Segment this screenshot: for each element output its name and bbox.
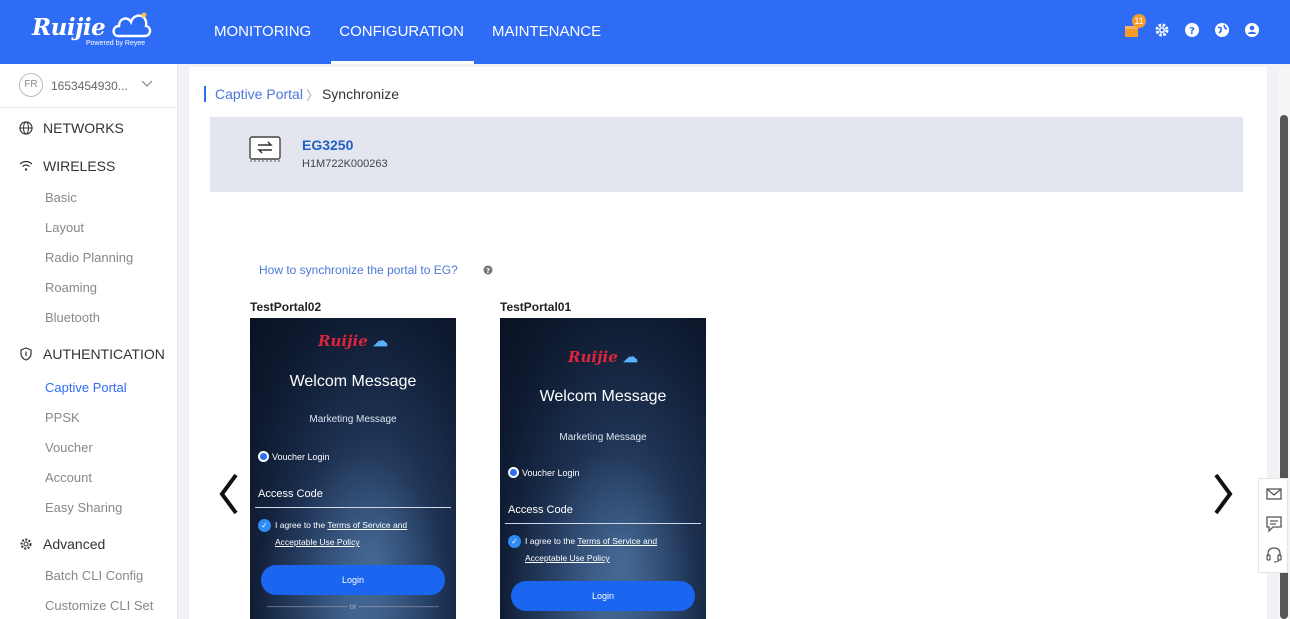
portal-marketing-message: Marketing Message — [309, 414, 397, 425]
voucher-login-option[interactable]: Voucher Login — [508, 467, 580, 478]
sidebar-item-customize-cli-set[interactable]: Customize CLI Set — [45, 591, 153, 619]
portal-preview-card[interactable]: Ruijie ☁ Welcom Message Marketing Messag… — [250, 318, 456, 619]
help-icon[interactable]: ? — [483, 265, 493, 275]
portal-login-button[interactable]: Login — [261, 565, 445, 595]
sidebar-item-radio-planning[interactable]: Radio Planning — [45, 243, 133, 273]
svg-text:?: ? — [1189, 26, 1195, 37]
breadcrumb: Captive Portal 〉 Synchronize — [204, 84, 399, 104]
portal-preview-card[interactable]: Ruijie ☁ Welcom Message Marketing Messag… — [500, 318, 706, 619]
breadcrumb-current: Synchronize — [321, 86, 399, 102]
account-name: 1653454930... — [51, 79, 128, 93]
sidebar-section-label: Advanced — [43, 536, 106, 552]
policy-link[interactable]: Acceptable Use Policy — [275, 537, 360, 547]
floating-tools — [1258, 478, 1288, 573]
top-bar: Ruijie Powered by Reyee MONITORING CONFI… — [0, 0, 1290, 64]
notification-icon[interactable]: 11 — [1124, 14, 1146, 38]
sidebar-item-captive-portal[interactable]: Captive Portal — [45, 373, 127, 403]
agree-terms-row[interactable]: ✓ I agree to the Terms of Service and Acc… — [258, 517, 407, 551]
account-selector[interactable]: FR 1653454930... — [0, 64, 178, 108]
ruijie-logo[interactable]: Ruijie Powered by Reyee — [32, 10, 152, 54]
policy-link[interactable]: Acceptable Use Policy — [525, 553, 610, 563]
portal-login-button[interactable]: Login — [511, 581, 695, 611]
portal-name: TestPortal01 — [500, 300, 572, 314]
device-panel: EG3250 H1M722K000263 — [210, 117, 1243, 192]
sidebar-section-advanced[interactable]: Advanced — [19, 529, 105, 559]
avatar: FR — [19, 73, 43, 97]
cloud-logo-icon — [112, 12, 152, 38]
portal-ruijie-logo: Ruijie ☁ — [568, 348, 638, 366]
check-icon[interactable]: ✓ — [508, 535, 521, 549]
portal-marketing-message: Marketing Message — [559, 432, 647, 443]
main-content: Captive Portal 〉 Synchronize EG3250 H1M7… — [189, 67, 1267, 619]
access-code-label: Access Code — [258, 488, 323, 500]
breadcrumb-separator-icon: 〉 — [305, 87, 319, 103]
portal-welcome-message: Welcom Message — [289, 373, 417, 390]
headset-support-icon[interactable] — [1265, 545, 1283, 563]
portal-ruijie-logo: Ruijie ☁ — [318, 332, 388, 350]
access-code-label: Access Code — [508, 504, 573, 516]
portal-name: TestPortal02 — [250, 300, 322, 314]
sidebar-section-networks[interactable]: NETWORKS — [19, 113, 124, 143]
globe-icon — [19, 121, 33, 135]
powered-by-text: Powered by Reyee — [86, 40, 146, 47]
sidebar-item-account[interactable]: Account — [45, 463, 92, 493]
sidebar-item-bluetooth[interactable]: Bluetooth — [45, 303, 100, 333]
sidebar-section-label: AUTHENTICATION — [43, 346, 165, 362]
sidebar-item-batch-cli-config[interactable]: Batch CLI Config — [45, 561, 143, 591]
sidebar-section-authentication[interactable]: AUTHENTICATION — [19, 339, 165, 369]
shield-icon — [20, 347, 32, 361]
notification-badge: 11 — [1132, 14, 1146, 28]
terms-link[interactable]: Terms of Service and — [577, 536, 657, 546]
or-divider: —————————— or —————————— — [267, 602, 439, 611]
radio-selected-icon — [508, 467, 519, 478]
nav-maintenance[interactable]: MAINTENANCE — [492, 0, 601, 64]
nav-configuration[interactable]: CONFIGURATION — [331, 0, 474, 64]
portal-welcome-message: Welcom Message — [539, 388, 667, 405]
previous-arrow-icon[interactable] — [218, 472, 240, 516]
next-arrow-icon[interactable] — [1212, 472, 1234, 516]
voucher-login-option[interactable]: Voucher Login — [258, 451, 330, 462]
sidebar-item-voucher[interactable]: Voucher — [45, 433, 93, 463]
gear-icon — [20, 538, 32, 550]
radio-selected-icon — [258, 451, 269, 462]
nav-monitoring[interactable]: MONITORING — [214, 0, 311, 64]
language-icon[interactable] — [1214, 22, 1230, 38]
top-nav: MONITORING CONFIGURATION MAINTENANCE — [214, 0, 629, 64]
check-icon[interactable]: ✓ — [258, 519, 271, 533]
feedback-icon[interactable] — [1265, 515, 1283, 533]
logo-text: Ruijie — [32, 14, 106, 41]
device-model[interactable]: EG3250 — [302, 137, 353, 153]
access-code-underline — [505, 523, 701, 524]
help-icon[interactable]: ? — [1184, 22, 1200, 38]
terms-link[interactable]: Terms of Service and — [327, 520, 407, 530]
top-icons: 11 ? — [1124, 14, 1260, 38]
sidebar-item-roaming[interactable]: Roaming — [45, 273, 97, 303]
sidebar-item-easy-sharing[interactable]: Easy Sharing — [45, 493, 122, 523]
agree-terms-row[interactable]: ✓ I agree to the Terms of Service and Acc… — [508, 533, 657, 567]
svg-text:?: ? — [486, 267, 490, 275]
mail-icon[interactable] — [1265, 485, 1283, 503]
device-serial: H1M722K000263 — [302, 158, 388, 170]
sidebar-section-label: WIRELESS — [43, 158, 116, 174]
sidebar-item-ppsk[interactable]: PPSK — [45, 403, 80, 433]
sync-help-link[interactable]: How to synchronize the portal to EG? — [259, 263, 458, 277]
gateway-device-icon — [249, 136, 281, 162]
sidebar-section-wireless[interactable]: WIRELESS — [19, 151, 115, 181]
user-icon[interactable] — [1244, 22, 1260, 38]
sidebar: FR 1653454930... NETWORKS WIRELESS Basic… — [0, 64, 178, 619]
access-code-underline — [255, 507, 451, 508]
settings-icon[interactable] — [1154, 22, 1170, 38]
sidebar-item-basic[interactable]: Basic — [45, 183, 77, 213]
breadcrumb-captive-portal[interactable]: Captive Portal — [215, 86, 303, 102]
sidebar-section-label: NETWORKS — [43, 120, 124, 136]
wifi-icon — [19, 160, 33, 171]
chevron-down-icon — [141, 80, 153, 87]
sidebar-item-layout[interactable]: Layout — [45, 213, 84, 243]
